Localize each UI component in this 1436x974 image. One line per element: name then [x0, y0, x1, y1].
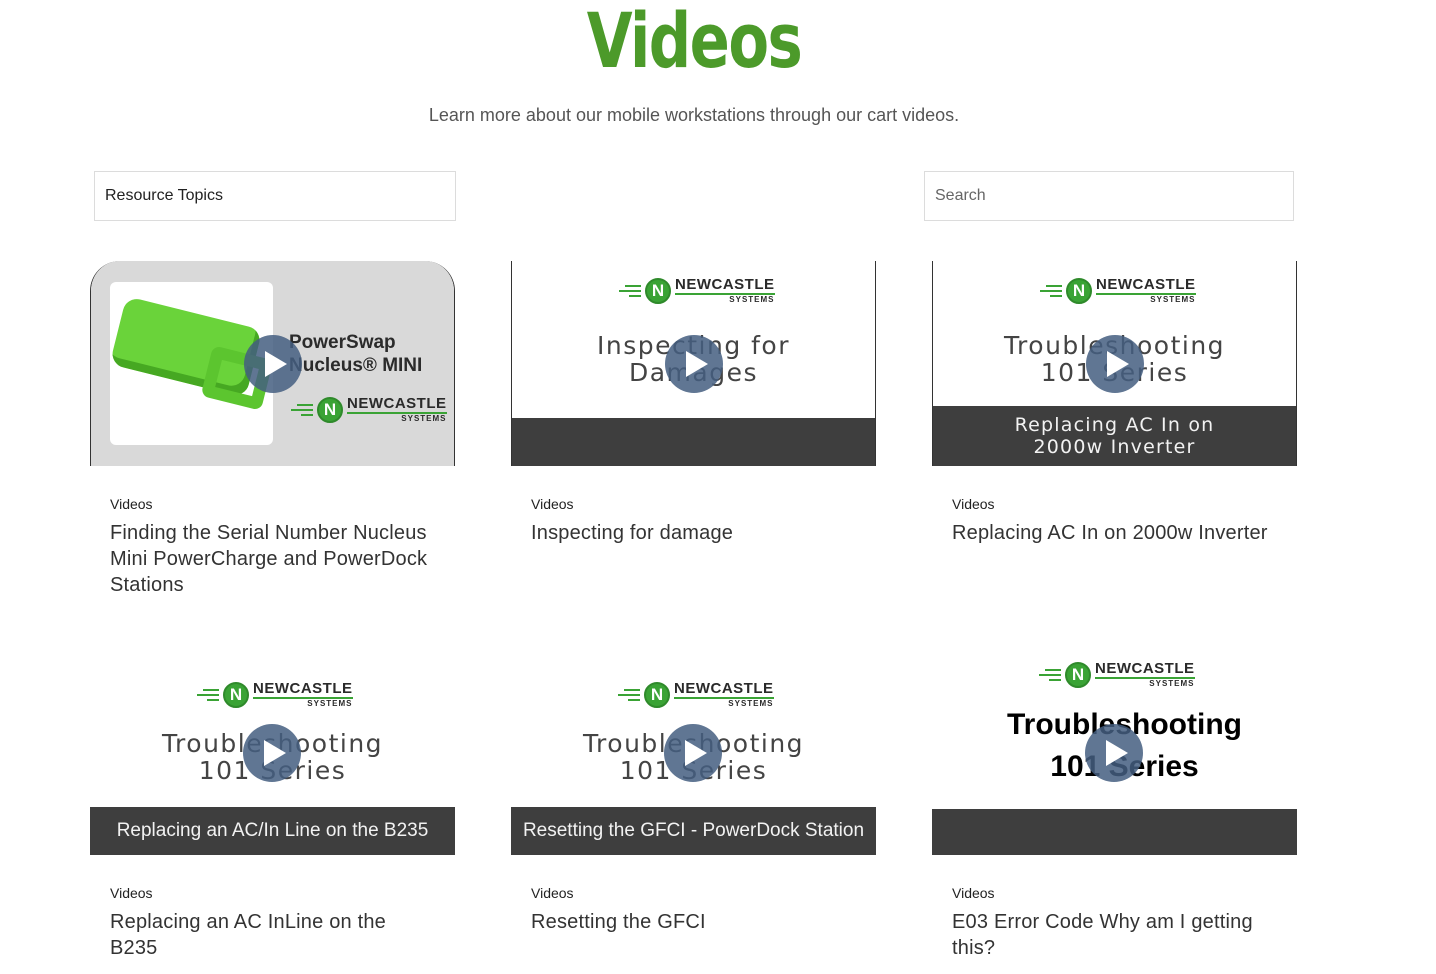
brand-sub: SYSTEMS [729, 295, 775, 304]
brand-sub: SYSTEMS [401, 414, 447, 423]
video-thumbnail[interactable]: N NEWCASTLESYSTEMS Troubleshooting 101 S… [511, 650, 876, 855]
card-title-link[interactable]: Replacing AC In on 2000w Inverter [952, 520, 1272, 546]
brand-sub: SYSTEMS [1150, 295, 1196, 304]
search-input[interactable] [924, 171, 1294, 221]
card-title-link[interactable]: Finding the Serial Number Nucleus Mini P… [110, 520, 430, 598]
page-subtitle: Learn more about our mobile workstations… [428, 105, 960, 125]
newcastle-logo: N NEWCASTLE SYSTEMS [197, 681, 353, 708]
logo-badge-icon: N [223, 681, 249, 708]
card-title-link[interactable]: Inspecting for damage [531, 520, 851, 546]
page-title: Videos [586, 0, 803, 85]
thumbnail-bar [932, 809, 1297, 855]
speed-lines-icon [618, 688, 640, 701]
thumbnail-bar: Resetting the GFCI - PowerDock Station [511, 807, 876, 855]
video-thumbnail[interactable]: PowerSwap Nucleus® MINI N NEWCASTLE SYSTE… [90, 261, 455, 466]
brand-name: NEWCASTLE [347, 395, 447, 414]
video-card[interactable]: N NEWCASTLESYSTEMS Troubleshooting 101 S… [932, 650, 1297, 959]
video-card[interactable]: N NEWCASTLESYSTEMS Inspecting for Damage… [511, 261, 876, 544]
video-card[interactable]: N NEWCASTLESYSTEMS Troubleshooting 101 S… [90, 650, 455, 959]
newcastle-logo: N NEWCASTLE SYSTEMS [291, 396, 447, 423]
card-category: Videos [952, 496, 995, 512]
thumbnail-bar-line: Replacing AC In on [1014, 414, 1215, 436]
video-card[interactable]: PowerSwap Nucleus® MINI N NEWCASTLE SYSTE… [90, 261, 455, 596]
card-title-link[interactable]: Resetting the GFCI [531, 909, 851, 935]
play-icon[interactable] [664, 724, 722, 782]
logo-badge-icon: N [644, 681, 670, 708]
play-icon[interactable] [1086, 335, 1144, 393]
play-icon[interactable] [243, 724, 301, 782]
logo-badge-icon: N [1065, 661, 1091, 688]
brand-sub: SYSTEMS [307, 699, 353, 708]
thumbnail-line: PowerSwap [289, 332, 396, 353]
thumbnail-bar: Replacing AC In on 2000w Inverter [933, 406, 1296, 466]
video-thumbnail[interactable]: N NEWCASTLESYSTEMS Troubleshooting 101 S… [932, 261, 1297, 466]
video-thumbnail[interactable]: N NEWCASTLESYSTEMS Troubleshooting 101 S… [90, 650, 455, 855]
video-thumbnail[interactable]: N NEWCASTLESYSTEMS Inspecting for Damage… [511, 261, 876, 466]
brand-sub: SYSTEMS [1149, 679, 1195, 688]
card-category: Videos [531, 885, 574, 901]
brand-name: NEWCASTLE [675, 276, 775, 295]
thumbnail-line: Nucleus® MINI [289, 355, 423, 376]
logo-badge-icon: N [645, 277, 671, 304]
speed-lines-icon [619, 284, 641, 297]
video-thumbnail[interactable]: N NEWCASTLESYSTEMS Troubleshooting 101 S… [932, 650, 1297, 855]
card-category: Videos [952, 885, 995, 901]
video-card[interactable]: N NEWCASTLESYSTEMS Troubleshooting 101 S… [511, 650, 876, 933]
speed-lines-icon [291, 403, 313, 416]
brand-name: NEWCASTLE [674, 680, 774, 699]
thumbnail-bar [512, 418, 875, 466]
logo-badge-icon: N [1066, 277, 1092, 304]
thumbnail-bar: Replacing an AC/In Line on the B235 [90, 807, 455, 855]
card-category: Videos [110, 496, 153, 512]
brand-sub: SYSTEMS [728, 699, 774, 708]
newcastle-logo: N NEWCASTLE SYSTEMS [1039, 661, 1195, 688]
brand-name: NEWCASTLE [253, 680, 353, 699]
thumbnail-product-title: PowerSwap Nucleus® MINI [289, 331, 422, 377]
play-icon[interactable] [244, 335, 302, 393]
speed-lines-icon [197, 688, 219, 701]
newcastle-logo: N NEWCASTLE SYSTEMS [1040, 277, 1196, 304]
brand-name: NEWCASTLE [1096, 276, 1196, 295]
brand-name: NEWCASTLE [1095, 660, 1195, 679]
play-icon[interactable] [665, 335, 723, 393]
card-title-link[interactable]: E03 Error Code Why am I getting this? [952, 909, 1272, 961]
speed-lines-icon [1040, 284, 1062, 297]
video-card[interactable]: N NEWCASTLESYSTEMS Troubleshooting 101 S… [932, 261, 1297, 544]
card-title-link[interactable]: Replacing an AC InLine on the B235 [110, 909, 430, 961]
play-icon[interactable] [1085, 724, 1143, 782]
thumbnail-bar-line: 2000w Inverter [1033, 436, 1196, 458]
newcastle-logo: N NEWCASTLE SYSTEMS [619, 277, 775, 304]
resource-topics-select[interactable]: Resource Topics [94, 171, 456, 221]
card-category: Videos [531, 496, 574, 512]
card-category: Videos [110, 885, 153, 901]
logo-badge-icon: N [317, 396, 343, 423]
newcastle-logo: N NEWCASTLE SYSTEMS [618, 681, 774, 708]
speed-lines-icon [1039, 668, 1061, 681]
